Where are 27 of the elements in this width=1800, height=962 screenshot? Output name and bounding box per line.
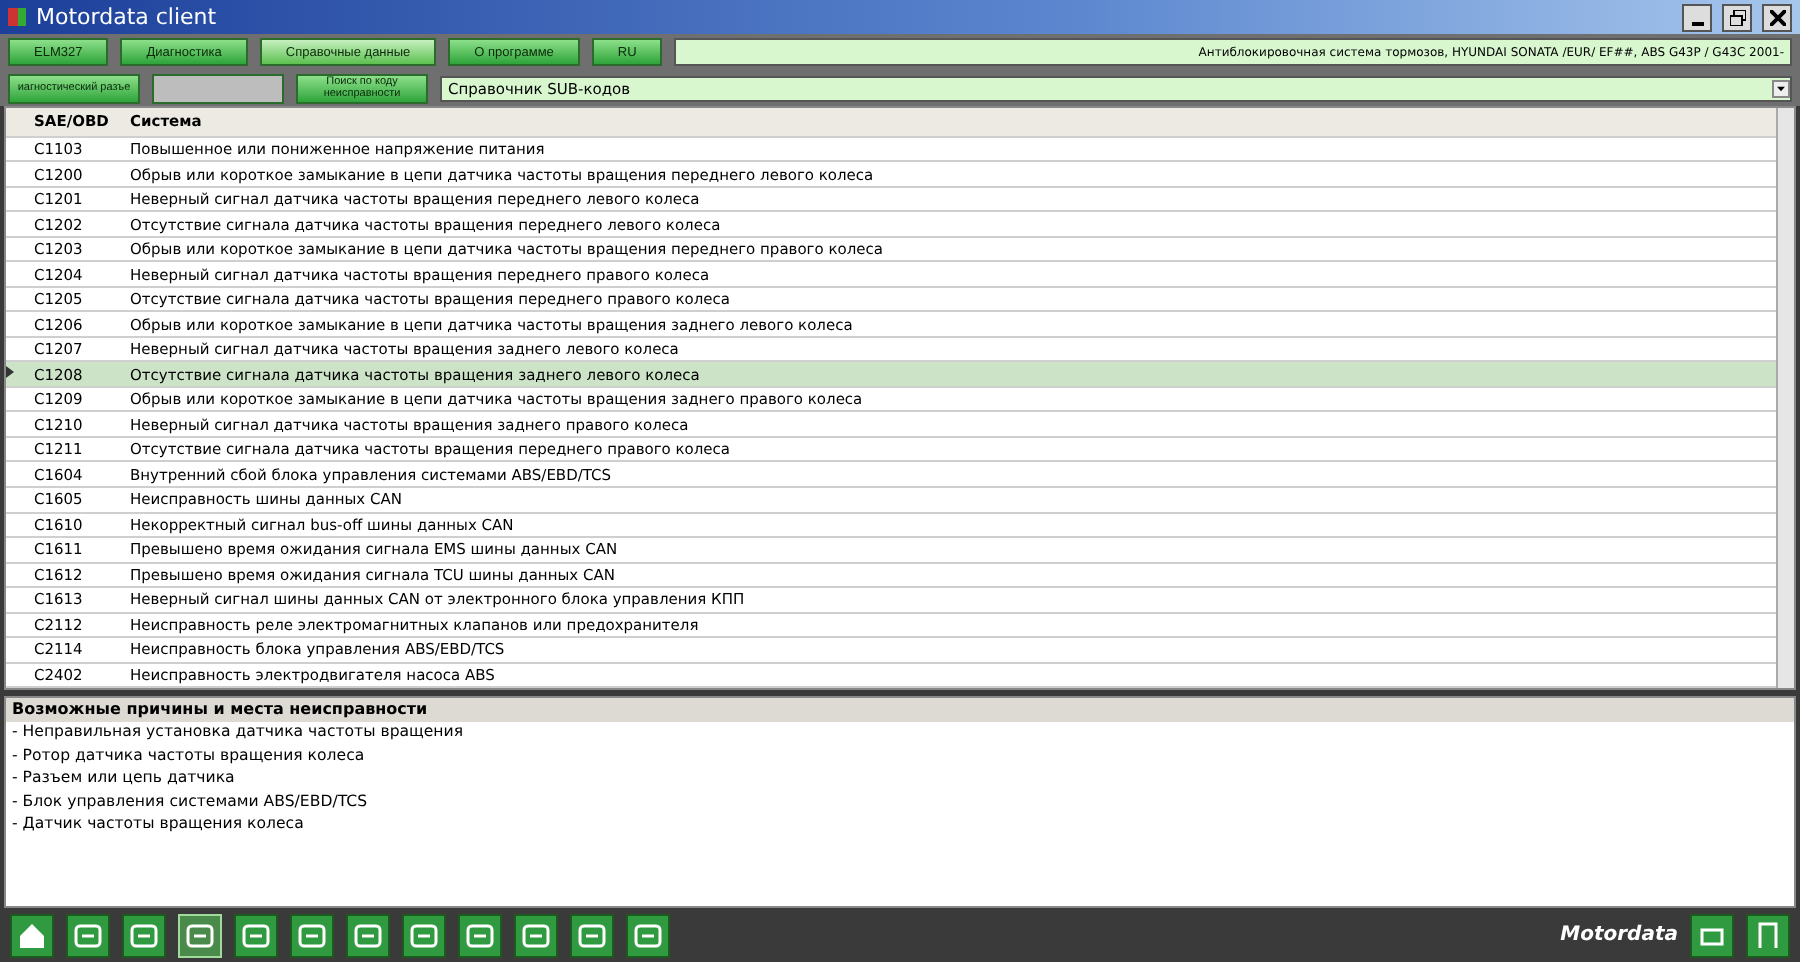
home-icon bbox=[16, 919, 48, 951]
scrollbar[interactable] bbox=[1776, 108, 1794, 688]
toolbar-button[interactable] bbox=[1746, 913, 1790, 957]
toolbar-button[interactable] bbox=[122, 913, 166, 957]
toolbar-button[interactable] bbox=[66, 913, 110, 957]
restore-icon bbox=[1729, 9, 1745, 25]
minimize-icon bbox=[1691, 21, 1703, 25]
toolbar-button[interactable] bbox=[626, 913, 670, 957]
app-logo: Motordata bbox=[1560, 924, 1678, 946]
row-pointer-icon bbox=[6, 366, 14, 379]
minimize-button[interactable] bbox=[1682, 3, 1712, 31]
window-title: Motordata client bbox=[36, 4, 219, 30]
restore-button[interactable] bbox=[1722, 3, 1752, 31]
close-icon bbox=[1769, 9, 1785, 25]
toolbar-button[interactable] bbox=[514, 913, 558, 957]
toolbar-button[interactable] bbox=[10, 913, 54, 957]
toolbar-button[interactable] bbox=[570, 913, 614, 957]
close-button[interactable] bbox=[1762, 3, 1792, 31]
caret-icon bbox=[1772, 79, 1790, 97]
toolbar-button[interactable] bbox=[234, 913, 278, 957]
toolbar-button[interactable] bbox=[346, 913, 390, 957]
toolbar-button[interactable] bbox=[290, 913, 334, 957]
toolbar-button[interactable] bbox=[402, 913, 446, 957]
toolbar-button[interactable] bbox=[458, 913, 502, 957]
details-title: Возможные причины и места неисправности bbox=[6, 698, 1794, 722]
app-icon bbox=[8, 8, 26, 26]
toolbar-button[interactable] bbox=[1690, 913, 1734, 957]
